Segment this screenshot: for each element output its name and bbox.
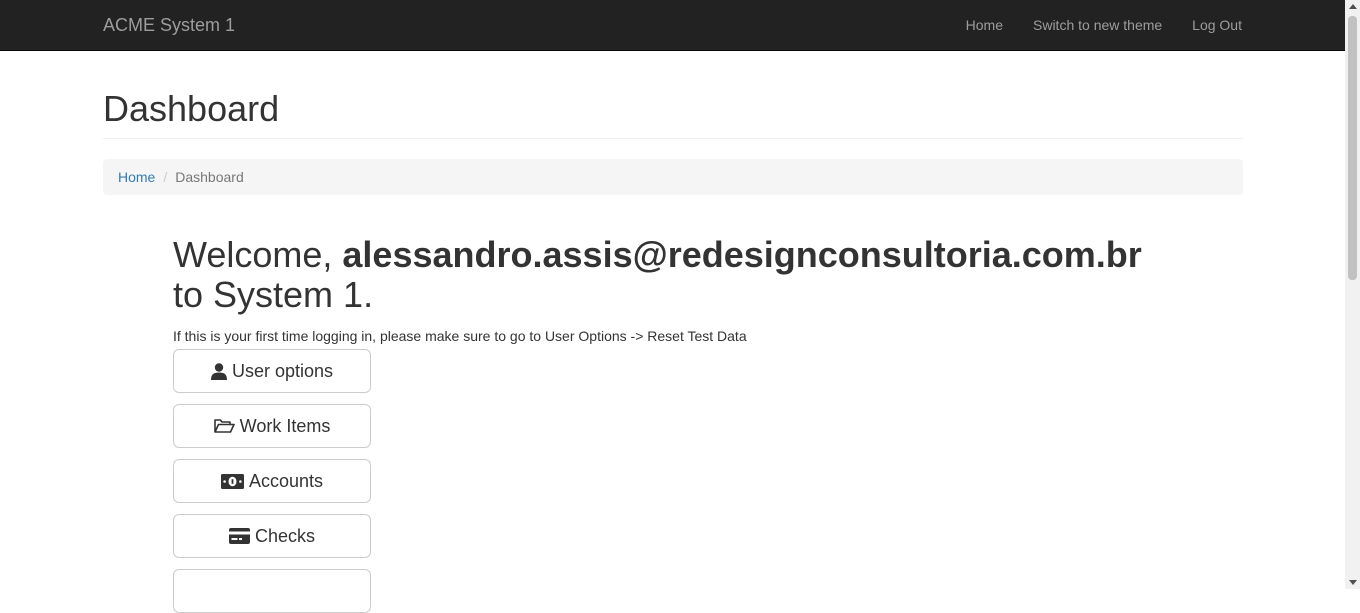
brand-link[interactable]: ACME System 1: [103, 14, 235, 36]
welcome-suffix: to System 1.: [173, 274, 374, 315]
accounts-button[interactable]: Accounts: [173, 459, 371, 503]
user-icon: [210, 362, 227, 380]
breadcrumb-separator: /: [163, 169, 168, 185]
user-options-label: User options: [231, 360, 334, 381]
checks-label: Checks: [254, 525, 316, 546]
top-navbar: ACME System 1 Home Switch to new theme L…: [0, 0, 1345, 51]
scroll-down-arrow-icon[interactable]: [1349, 580, 1357, 585]
nav-links: Home Switch to new theme Log Out: [951, 0, 1242, 50]
nav-logout-link[interactable]: Log Out: [1177, 0, 1242, 50]
breadcrumb-current: Dashboard: [175, 169, 244, 185]
credit-card-icon: [228, 528, 250, 544]
nav-home-link[interactable]: Home: [951, 0, 1018, 50]
money-icon: [220, 473, 244, 489]
folder-open-icon: [213, 418, 235, 434]
dashboard-button-list: User options Work Items Accounts Checks: [173, 349, 1173, 613]
welcome-prefix: Welcome,: [173, 234, 333, 275]
scrollbar-thumb[interactable]: [1348, 16, 1357, 280]
user-options-button[interactable]: User options: [173, 349, 371, 393]
welcome-user: alessandro.assis@redesignconsultoria.com…: [342, 234, 1142, 275]
welcome-heading: Welcome, alessandro.assis@redesignconsul…: [173, 235, 1173, 315]
scroll-up-arrow-icon[interactable]: [1349, 4, 1357, 9]
accounts-label: Accounts: [248, 470, 324, 491]
vertical-scrollbar[interactable]: [1345, 0, 1360, 589]
nav-switch-theme-link[interactable]: Switch to new theme: [1018, 0, 1177, 50]
page-container: Dashboard Home / Dashboard: [103, 50, 1243, 195]
breadcrumb-home-link[interactable]: Home: [118, 169, 155, 185]
work-items-label: Work Items: [239, 415, 331, 436]
welcome-section: Welcome, alessandro.assis@redesignconsul…: [173, 235, 1173, 613]
first-login-note: If this is your first time logging in, p…: [173, 328, 747, 344]
checks-button[interactable]: Checks: [173, 514, 371, 558]
page-header: Dashboard: [103, 89, 1243, 139]
page-title: Dashboard: [103, 88, 280, 129]
breadcrumb: Home / Dashboard: [103, 159, 1243, 195]
work-items-button[interactable]: Work Items: [173, 404, 371, 448]
more-button-partial[interactable]: [173, 569, 371, 613]
